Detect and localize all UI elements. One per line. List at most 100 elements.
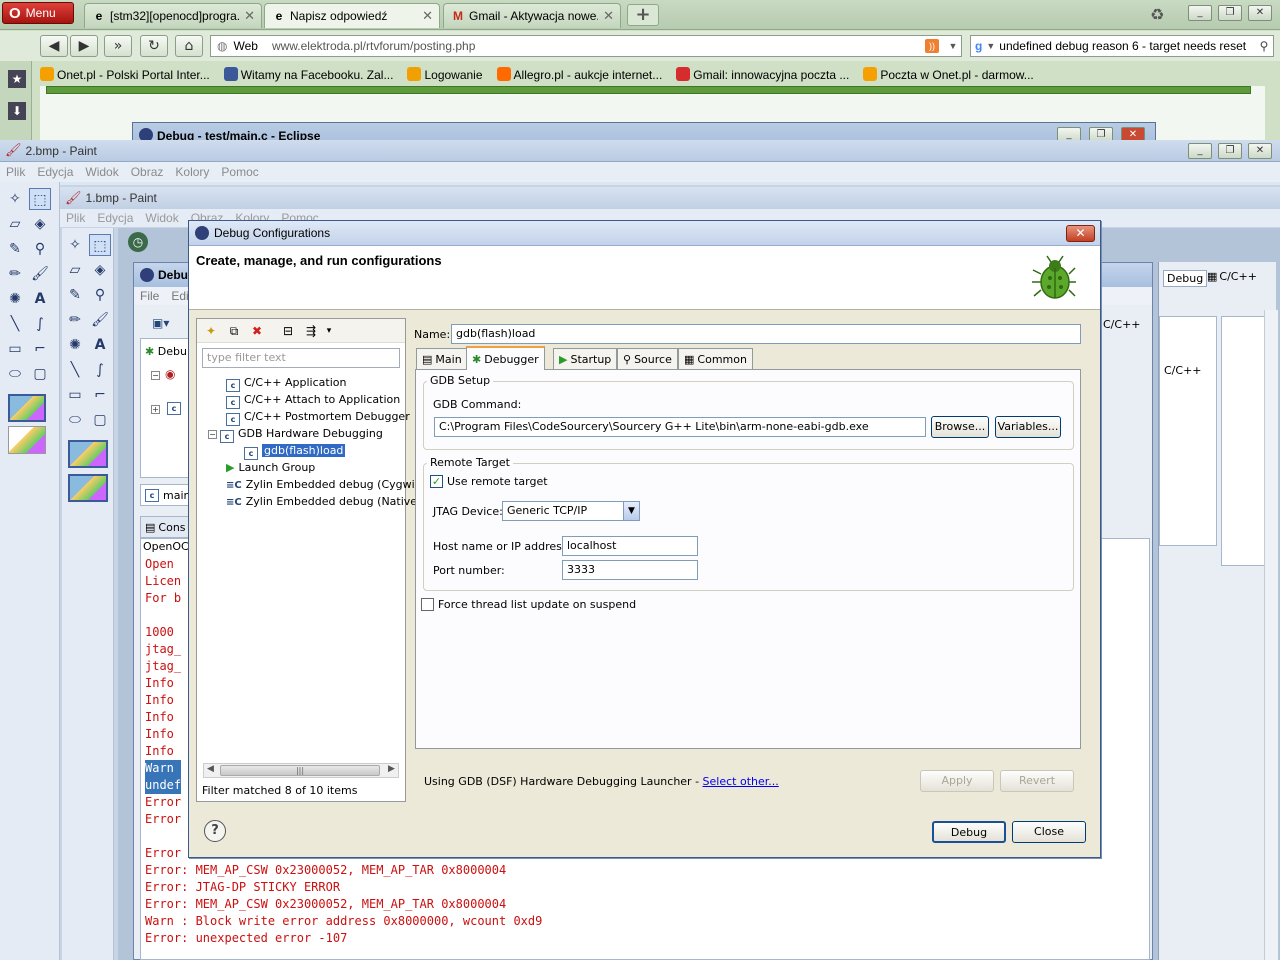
- home-icon[interactable]: ⌂: [175, 35, 203, 57]
- use-remote-checkbox[interactable]: ✓ Use remote target: [430, 475, 548, 488]
- perspective-debug[interactable]: Debug: [1163, 270, 1208, 287]
- ellipse-icon[interactable]: ⬭: [4, 363, 26, 385]
- close-button[interactable]: ✕: [1248, 5, 1272, 21]
- menu-file[interactable]: File: [140, 289, 159, 303]
- tab-main[interactable]: ▤ Main: [416, 348, 468, 369]
- color-picker-icon[interactable]: ✎: [4, 238, 26, 260]
- bookmarks-panel-icon[interactable]: ★: [8, 70, 26, 88]
- expand-icon[interactable]: +: [151, 405, 160, 414]
- close-tab-icon[interactable]: ✕: [422, 8, 433, 24]
- tree-item-launch-group[interactable]: ▶ Launch Group: [226, 459, 315, 476]
- new-tab-button[interactable]: +: [627, 4, 659, 26]
- tree-item-gdb-hardware[interactable]: − c GDB Hardware Debugging: [208, 425, 383, 443]
- gdb-command-field[interactable]: C:\Program Files\CodeSourcery\Sourcery G…: [434, 417, 926, 437]
- text-tool-icon[interactable]: A: [29, 288, 51, 310]
- port-field[interactable]: 3333: [562, 560, 698, 580]
- search-icon[interactable]: ⚲: [1255, 39, 1273, 53]
- bookmark-item[interactable]: Allegro.pl - aukcje internet...: [496, 66, 662, 82]
- trash-icon[interactable]: ♻: [1150, 5, 1164, 24]
- restore-button[interactable]: ❐: [1218, 5, 1242, 21]
- jtag-select[interactable]: Generic TCP/IP ▼: [502, 501, 640, 521]
- select-other-link[interactable]: Select other...: [703, 775, 779, 788]
- scroll-right-icon[interactable]: ▶: [388, 764, 395, 774]
- downloads-panel-icon[interactable]: ⬇: [8, 102, 26, 120]
- collapse-icon[interactable]: −: [208, 430, 217, 439]
- tab-startup[interactable]: ▶ Startup: [553, 348, 618, 369]
- checkbox-checked-icon[interactable]: ✓: [430, 475, 443, 488]
- eraser-icon[interactable]: ▱: [64, 259, 86, 281]
- tree-horizontal-scrollbar[interactable]: ◀ ||| ▶: [203, 763, 399, 778]
- rect-select-icon[interactable]: ⬚: [29, 188, 51, 210]
- line-icon[interactable]: ╲: [4, 313, 26, 335]
- name-field[interactable]: gdb(flash)load: [451, 324, 1081, 344]
- perspective-cpp[interactable]: ▦ C/C++: [1207, 270, 1257, 283]
- address-bar[interactable]: ◍ Web www.elektroda.pl/rtvforum/posting.…: [210, 35, 962, 57]
- chevron-down-icon[interactable]: ▼: [623, 502, 639, 520]
- tab-napisz-odpowiedz[interactable]: e Napisz odpowiedź ✕: [264, 3, 440, 28]
- tree-item-zylin-cygwin[interactable]: ≡C Zylin Embedded debug (Cygwin): [226, 476, 426, 493]
- minimize-button[interactable]: _: [1188, 5, 1212, 21]
- eraser-icon[interactable]: ▱: [4, 213, 26, 235]
- revert-button[interactable]: Revert: [1000, 770, 1074, 792]
- menu-image[interactable]: Obraz: [131, 165, 164, 179]
- free-select-icon[interactable]: ✧: [4, 188, 26, 210]
- menu-colors[interactable]: Kolory: [175, 165, 209, 179]
- close-dialog-button[interactable]: Close: [1012, 821, 1086, 843]
- tab-debugger[interactable]: ✱ Debugger: [466, 346, 545, 370]
- view-menu-icon[interactable]: ▾: [324, 321, 334, 341]
- airbrush-icon[interactable]: ✺: [64, 334, 86, 356]
- dropdown-arrow-icon[interactable]: ▼: [945, 41, 961, 51]
- polygon-icon[interactable]: ⌐: [29, 338, 51, 360]
- rectangle-icon[interactable]: ▭: [4, 338, 26, 360]
- forward-icon[interactable]: ▶: [70, 35, 98, 57]
- reload-icon[interactable]: ↻: [140, 35, 168, 57]
- magnifier-icon[interactable]: ⚲: [29, 238, 51, 260]
- filter-icon[interactable]: ⇶: [301, 321, 321, 341]
- force-thread-checkbox[interactable]: Force thread list update on suspend: [421, 598, 636, 611]
- curve-icon[interactable]: ∫: [29, 313, 51, 335]
- color-picker-icon[interactable]: ✎: [64, 284, 86, 306]
- brush-icon[interactable]: 🖌: [29, 263, 51, 285]
- pencil-icon[interactable]: ✏: [4, 263, 26, 285]
- menu-view[interactable]: Widok: [85, 165, 118, 179]
- new-config-icon[interactable]: ✦: [201, 321, 221, 341]
- ellipse-icon[interactable]: ⬭: [64, 409, 86, 431]
- line-icon[interactable]: ╲: [64, 359, 86, 381]
- bookmark-item[interactable]: Logowanie: [407, 66, 483, 82]
- tree-item-gdb-flash-load[interactable]: c gdb(flash)load: [244, 442, 346, 460]
- collapse-icon[interactable]: −: [151, 371, 160, 380]
- scroll-thumb[interactable]: |||: [220, 765, 380, 776]
- tab-common[interactable]: ▦ Common: [678, 348, 753, 369]
- fill-icon[interactable]: ◈: [89, 259, 111, 281]
- checkbox-unchecked-icon[interactable]: [421, 598, 434, 611]
- airbrush-icon[interactable]: ✺: [4, 288, 26, 310]
- scroll-left-icon[interactable]: ◀: [207, 764, 214, 774]
- close-tab-icon[interactable]: ✕: [603, 8, 614, 24]
- text-tool-icon[interactable]: A: [89, 334, 111, 356]
- help-icon[interactable]: ?: [204, 820, 226, 842]
- menu-edit[interactable]: Edycja: [97, 211, 133, 225]
- host-field[interactable]: localhost: [562, 536, 698, 556]
- menu-edit[interactable]: Edycja: [37, 165, 73, 179]
- rect-select-icon[interactable]: ⬚: [89, 234, 111, 256]
- opera-menu-button[interactable]: O Menu: [2, 2, 74, 24]
- tree-item-cpp-postmortem[interactable]: c C/C++ Postmortem Debugger: [226, 408, 410, 426]
- bookmark-item[interactable]: Witamy na Facebooku. Zal...: [223, 66, 393, 82]
- bookmark-item[interactable]: Gmail: innowacyjna poczta ...: [676, 66, 849, 82]
- back-icon[interactable]: ◀: [40, 35, 68, 57]
- tree-item-cpp-application[interactable]: c C/C++ Application: [226, 374, 346, 392]
- restore-button[interactable]: ❐: [1218, 143, 1242, 159]
- curve-icon[interactable]: ∫: [89, 359, 111, 381]
- tree-item-zylin-native[interactable]: ≡C Zylin Embedded debug (Native): [226, 493, 421, 510]
- tree-item-cpp-attach[interactable]: c C/C++ Attach to Application: [226, 391, 400, 409]
- new-config-icon[interactable]: ▣▾: [152, 316, 169, 330]
- polygon-icon[interactable]: ⌐: [89, 384, 111, 406]
- rounded-rect-icon[interactable]: ▢: [89, 409, 111, 431]
- rectangle-icon[interactable]: ▭: [64, 384, 86, 406]
- apply-button[interactable]: Apply: [920, 770, 994, 792]
- fill-icon[interactable]: ◈: [29, 213, 51, 235]
- rounded-rect-icon[interactable]: ▢: [29, 363, 51, 385]
- menu-file[interactable]: Plik: [6, 165, 25, 179]
- magnifier-icon[interactable]: ⚲: [89, 284, 111, 306]
- close-button[interactable]: ✕: [1248, 143, 1272, 159]
